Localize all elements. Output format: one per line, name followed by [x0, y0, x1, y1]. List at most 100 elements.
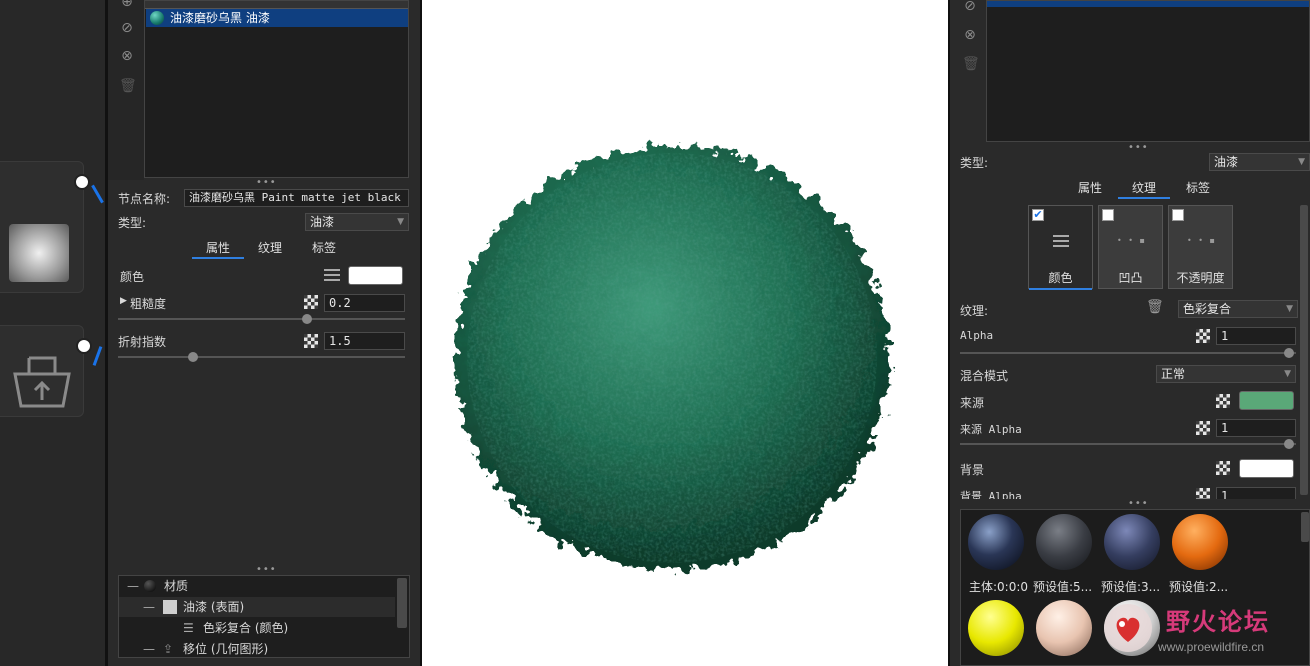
roughness-slider-thumb[interactable]: [302, 314, 312, 324]
watermark: 野火论坛 www.proewildfire.cn: [1100, 600, 1310, 666]
alpha-label: Alpha: [960, 329, 994, 342]
material-list[interactable]: 油漆磨砂乌黑 油漆: [144, 0, 409, 178]
preset-ball[interactable]: [968, 600, 1024, 656]
texture-slot-bump[interactable]: • • ▪ 凹凸: [1098, 205, 1163, 289]
tab-tags[interactable]: 标签: [298, 239, 350, 257]
tune-icon[interactable]: [324, 268, 340, 282]
trash-icon[interactable]: 🗑: [962, 56, 980, 72]
chevron-down-icon: ▼: [1286, 304, 1293, 314]
checker-icon[interactable]: [304, 295, 318, 309]
background-alpha-field[interactable]: 1: [1216, 487, 1296, 499]
checkbox[interactable]: [1172, 209, 1184, 221]
preset-ball[interactable]: [1036, 514, 1092, 570]
type-dropdown[interactable]: 油漆 ▼: [1209, 153, 1310, 171]
alpha-slider-thumb[interactable]: [1284, 348, 1294, 358]
roughness-slider-track[interactable]: [118, 318, 405, 320]
trash-icon[interactable]: 🗑: [1146, 299, 1164, 315]
unlink-icon[interactable]: ⊗: [962, 27, 978, 43]
tree-label: 移位 (几何图形): [183, 642, 269, 656]
render-viewport[interactable]: [420, 0, 950, 666]
unlink-icon[interactable]: ⊗: [119, 48, 135, 64]
resize-grip[interactable]: •••: [1128, 143, 1149, 153]
node-name-label: 节点名称:: [118, 192, 171, 206]
ior-label: 折射指数: [118, 335, 167, 349]
blend-mode-label: 混合模式: [960, 369, 1009, 383]
background-alpha-label: 背景 Alpha: [960, 490, 1022, 499]
displacement-node[interactable]: [0, 325, 84, 417]
node-graph[interactable]: [0, 0, 107, 666]
scrollbar[interactable]: [1301, 512, 1309, 542]
tree-row-displacement[interactable]: — ⇪ 移位 (几何图形): [119, 639, 395, 659]
placeholder-dots: • • ▪: [1117, 236, 1147, 245]
expand-arrow-icon[interactable]: ▶: [120, 296, 127, 306]
link-add-icon[interactable]: ⊕: [119, 0, 135, 10]
source-color-swatch[interactable]: [1239, 391, 1294, 410]
source-alpha-slider-track[interactable]: [960, 443, 1296, 445]
background-color-swatch[interactable]: [1239, 459, 1294, 478]
tab-properties[interactable]: 属性: [1068, 179, 1112, 197]
checker-icon[interactable]: [1216, 394, 1230, 408]
tree-row-color-composite[interactable]: ☰ 色彩复合 (颜色): [119, 618, 395, 638]
texture-slot-opacity[interactable]: • • ▪ 不透明度: [1168, 205, 1233, 289]
output-port[interactable]: [74, 174, 90, 190]
resize-grip[interactable]: •••: [256, 178, 277, 188]
preset-ball[interactable]: [968, 514, 1024, 570]
resize-grip[interactable]: •••: [256, 565, 277, 575]
scene-tree[interactable]: — 材质 — 油漆 (表面) ☰ 色彩复合 (颜色) — ⇪ 移位 (几何图形): [118, 575, 410, 658]
tab-properties[interactable]: 属性: [192, 239, 244, 259]
texture-dropdown[interactable]: 色彩复合 ▼: [1178, 300, 1298, 318]
preset-ball[interactable]: [1104, 514, 1160, 570]
checker-icon[interactable]: [1196, 421, 1210, 435]
texture-label: 纹理:: [960, 304, 989, 318]
chevron-down-icon: ▼: [1284, 369, 1291, 379]
material-inspector-left: ⊕ ⊘ ⊗ 🗑 油漆磨砂乌黑 油漆 ••• 节点名称: 油漆磨砂乌黑 Paint…: [108, 0, 420, 666]
scrollbar[interactable]: [397, 578, 407, 628]
node-name-field[interactable]: 油漆磨砂乌黑 Paint matte jet black: [184, 189, 409, 207]
tree-row-paint[interactable]: — 油漆 (表面): [119, 597, 395, 617]
checkbox-checked[interactable]: ✔: [1032, 209, 1044, 221]
material-list[interactable]: [986, 0, 1310, 142]
checker-icon[interactable]: [1196, 488, 1210, 499]
preset-ball[interactable]: [1172, 514, 1228, 570]
tree-label: 材质: [164, 579, 189, 593]
ior-slider-thumb[interactable]: [188, 352, 198, 362]
scrollbar[interactable]: [1300, 205, 1308, 495]
texture-slot-color[interactable]: ✔ 颜色: [1028, 205, 1093, 290]
trash-icon[interactable]: 🗑: [119, 78, 137, 94]
tab-texture[interactable]: 纹理: [1118, 179, 1170, 199]
displacement-icon: [13, 356, 71, 408]
list-item[interactable]: [987, 1, 1309, 7]
preset-ball[interactable]: [1036, 600, 1092, 656]
preset-label: 预设值:5...: [1033, 580, 1093, 594]
ior-slider-track[interactable]: [118, 356, 405, 358]
list-item[interactable]: 油漆磨砂乌黑 油漆: [146, 9, 408, 27]
source-alpha-slider-thumb[interactable]: [1284, 439, 1294, 449]
alpha-slider-track[interactable]: [960, 352, 1296, 354]
ior-field[interactable]: 1.5: [324, 332, 405, 350]
blend-mode-dropdown[interactable]: 正常 ▼: [1156, 365, 1296, 383]
checker-icon[interactable]: [304, 334, 318, 348]
source-alpha-field[interactable]: 1: [1216, 419, 1296, 437]
texture-node[interactable]: [0, 161, 84, 293]
slot-label: 颜色: [1048, 271, 1073, 285]
type-dropdown[interactable]: 油漆 ▼: [305, 213, 409, 231]
tree-label: 色彩复合 (颜色): [203, 621, 289, 635]
preset-label: 预设值:3...: [1101, 580, 1161, 594]
output-port[interactable]: [76, 338, 92, 354]
type-dropdown-value: 油漆: [310, 215, 335, 229]
link-icon[interactable]: ⊘: [962, 0, 978, 14]
alpha-field[interactable]: 1: [1216, 327, 1296, 345]
blend-mode-value: 正常: [1161, 367, 1186, 381]
roughness-field[interactable]: 0.2: [324, 294, 405, 312]
checker-icon[interactable]: [1196, 329, 1210, 343]
resize-grip[interactable]: •••: [1128, 499, 1149, 509]
tree-row-material[interactable]: — 材质: [119, 576, 395, 596]
link-icon[interactable]: ⊘: [119, 20, 135, 36]
tab-texture[interactable]: 纹理: [244, 239, 296, 257]
material-sphere-icon: [150, 11, 164, 25]
checkbox[interactable]: [1102, 209, 1114, 221]
slot-label: 不透明度: [1176, 271, 1225, 285]
color-swatch[interactable]: [348, 266, 403, 285]
tab-tags[interactable]: 标签: [1176, 179, 1220, 197]
checker-icon[interactable]: [1216, 461, 1230, 475]
